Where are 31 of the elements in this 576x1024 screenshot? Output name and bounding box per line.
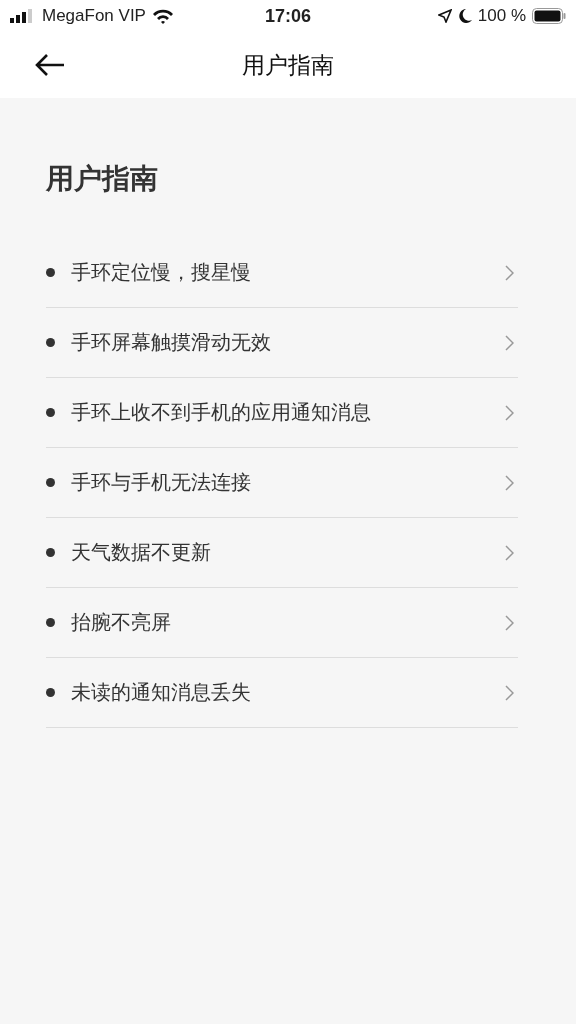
location-arrow-icon [437,9,452,23]
moon-icon [457,8,472,24]
battery-icon [532,8,566,24]
guide-item-link[interactable]: 手环定位慢，搜星慢 [71,259,505,286]
guide-item-link[interactable]: 未读的通知消息丢失 [71,679,505,706]
guide-item-link[interactable]: 天气数据不更新 [71,539,505,566]
bullet-icon [46,548,55,557]
chevron-right-icon [505,264,514,281]
bullet-icon [46,688,55,697]
guide-item-link[interactable]: 手环屏幕触摸滑动无效 [71,329,505,356]
chevron-right-icon [505,334,514,351]
battery-percent: 100 % [477,6,526,26]
section-heading: 用户指南 [46,161,158,197]
page-title: 用户指南 [242,50,334,80]
guide-item-link[interactable]: 手环上收不到手机的应用通知消息 [71,399,505,426]
guide-item-link[interactable]: 手环与手机无法连接 [71,469,505,496]
bullet-icon [46,478,55,487]
bullet-icon [46,618,55,627]
back-button[interactable] [34,52,66,78]
bullet-icon [46,408,55,417]
chevron-right-icon [505,474,514,491]
chevron-right-icon [505,404,514,421]
chevron-right-icon [505,544,514,561]
wifi-icon [151,8,174,24]
chevron-right-icon [505,684,514,701]
chevron-right-icon [505,614,514,631]
carrier-name: MegaFon VIP [42,6,146,26]
clock-time: 17:06 [265,5,312,27]
bullet-icon [46,268,55,277]
bullet-icon [46,338,55,347]
guide-item-link[interactable]: 抬腕不亮屏 [71,609,505,636]
